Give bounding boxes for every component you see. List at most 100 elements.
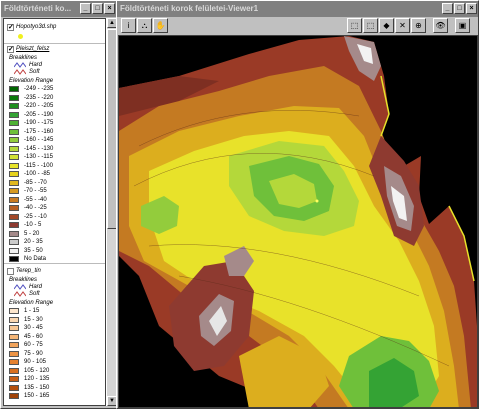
color-swatch [9,145,19,152]
layers-icon: ⛬ [141,21,148,30]
class-label: 30 - 45 [24,325,43,331]
breaklines-label: Breaklines [9,277,38,283]
legend-class-row: 135 - 150 [9,384,49,392]
class-label: -175 - -160 [24,128,54,135]
viewer-title: Földtörténeti korok felületei-Viewer1 [120,4,259,13]
info-tool[interactable]: i [121,18,136,33]
color-swatch [9,247,19,254]
legend-class-row: -235 - -220 [9,94,53,102]
soft-line-icon [14,291,26,297]
color-swatch [9,230,19,237]
perspective-tool[interactable]: ◆ [379,18,394,33]
navigate-tool[interactable]: ⬚ [347,18,362,33]
legend-class-row: -175 - -160 [9,128,53,136]
legend-class-row: No Data [9,255,46,263]
legend-class-row: 1 - 15 [9,307,39,315]
hard-breakline: Hard [14,284,42,290]
legend-class-row: -55 - -40 [9,196,47,204]
class-label: -190 - -175 [24,120,54,126]
legend-class-row: -190 - -175 [9,119,53,127]
legend-class-row: 45 - 60 [9,333,43,341]
hand-tool[interactable]: ✋ [153,18,168,33]
class-label: 45 - 60 [24,333,43,340]
legend-class-row: -249 - -235 [9,85,53,93]
theme-checkbox-pleiszt[interactable]: ✓ [7,46,14,53]
class-label: -70 - -55 [24,188,47,194]
zoom-full-tool[interactable]: ✕ [395,18,410,33]
class-label: 90 - 105 [24,359,47,365]
color-swatch [9,179,19,186]
divider [4,263,105,264]
legend-window: Földtörténeti ko... _ □ × ✓ Hopotyo3d.sh… [0,0,117,409]
legend-class-row: -25 - -10 [9,213,47,221]
legend-class-row: -205 - -190 [9,111,53,119]
theme-name-pleiszt[interactable]: Pleiszt_felsz [16,46,49,52]
class-label: -205 - -190 [24,111,54,118]
color-swatch [9,393,19,399]
legend-class-row: 20 - 35 [9,238,43,246]
zoom-in-tool[interactable]: ⊕ [411,18,426,33]
legend-class-row: 120 - 135 [9,375,49,383]
color-swatch [9,350,19,357]
terrain-3d-view[interactable] [118,35,478,408]
legend-class-row: 15 - 30 [9,316,43,324]
maximize-button[interactable]: □ [454,3,465,14]
color-swatch [9,239,19,245]
legend-class-row: 60 - 75 [9,341,43,349]
legend-class-row: -85 - -70 [9,179,47,187]
save-icon: ▣ [458,21,467,30]
legend-class-row: -115 - -100 [9,162,53,170]
legend-class-row: -160 - -145 [9,136,53,144]
viewer-window: Földtörténeti korok felületei-Viewer1 _ … [116,0,479,409]
soft-label: Soft [29,291,40,297]
terrain-surface-image [119,36,477,407]
close-button[interactable]: × [104,3,115,14]
theme-checkbox-terep[interactable] [7,268,14,275]
info-icon: i [127,21,130,30]
legend-class-row: -145 - -130 [9,145,53,153]
color-swatch [9,342,19,348]
hard-line-icon [14,284,26,290]
maximize-button[interactable]: □ [92,3,103,14]
color-swatch [9,325,19,331]
class-label: -85 - -70 [24,179,47,186]
navigate-alt-tool[interactable]: ⬚ [363,18,378,33]
legend-class-row: 90 - 105 [9,358,46,366]
soft-line-icon [14,69,26,75]
legend-class-row: 150 - 165 [9,392,49,400]
color-swatch [9,256,19,262]
minimize-button[interactable]: _ [442,3,453,14]
legend-class-row: 30 - 45 [9,324,43,332]
point-symbol-icon [18,34,23,39]
eye-tool[interactable]: 👁 [433,18,448,33]
zoom-full-icon: ✕ [399,21,406,30]
legend-class-row: -10 - 5 [9,221,41,229]
theme-name-terep[interactable]: Terep_tin [16,268,41,274]
legend-class-row: 35 - 50 [9,247,43,255]
divider [4,43,105,44]
minimize-button[interactable]: _ [80,3,91,14]
theme-checkbox-hopotyo[interactable]: ✓ [7,24,14,31]
color-swatch [9,308,19,314]
navigate-icon: ⬚ [350,21,359,30]
legend-scrollbar[interactable]: ▲ ▼ [106,18,117,406]
save-tool[interactable]: ▣ [455,18,470,33]
color-swatch [9,205,19,211]
legend-class-row: -70 - -55 [9,187,47,195]
color-swatch [9,154,19,160]
class-label: -145 - -130 [24,145,54,152]
close-button[interactable]: × [466,3,477,14]
soft-breakline: Soft [14,69,40,75]
viewer-titlebar[interactable]: Földtörténeti korok felületei-Viewer1 _ … [117,1,478,17]
color-swatch [9,376,19,382]
soft-breakline: Soft [14,291,40,297]
color-swatch [9,171,19,177]
layers-tool[interactable]: ⛬ [137,18,152,33]
class-label: -55 - -40 [24,196,47,203]
theme-name-hopotyo[interactable]: Hopotyo3d.shp [16,24,56,30]
color-swatch [9,94,19,101]
color-swatch [9,316,19,323]
color-swatch [9,103,19,109]
class-label: -220 - -205 [24,103,54,109]
legend-titlebar[interactable]: Földtörténeti ko... _ □ × [1,1,116,17]
